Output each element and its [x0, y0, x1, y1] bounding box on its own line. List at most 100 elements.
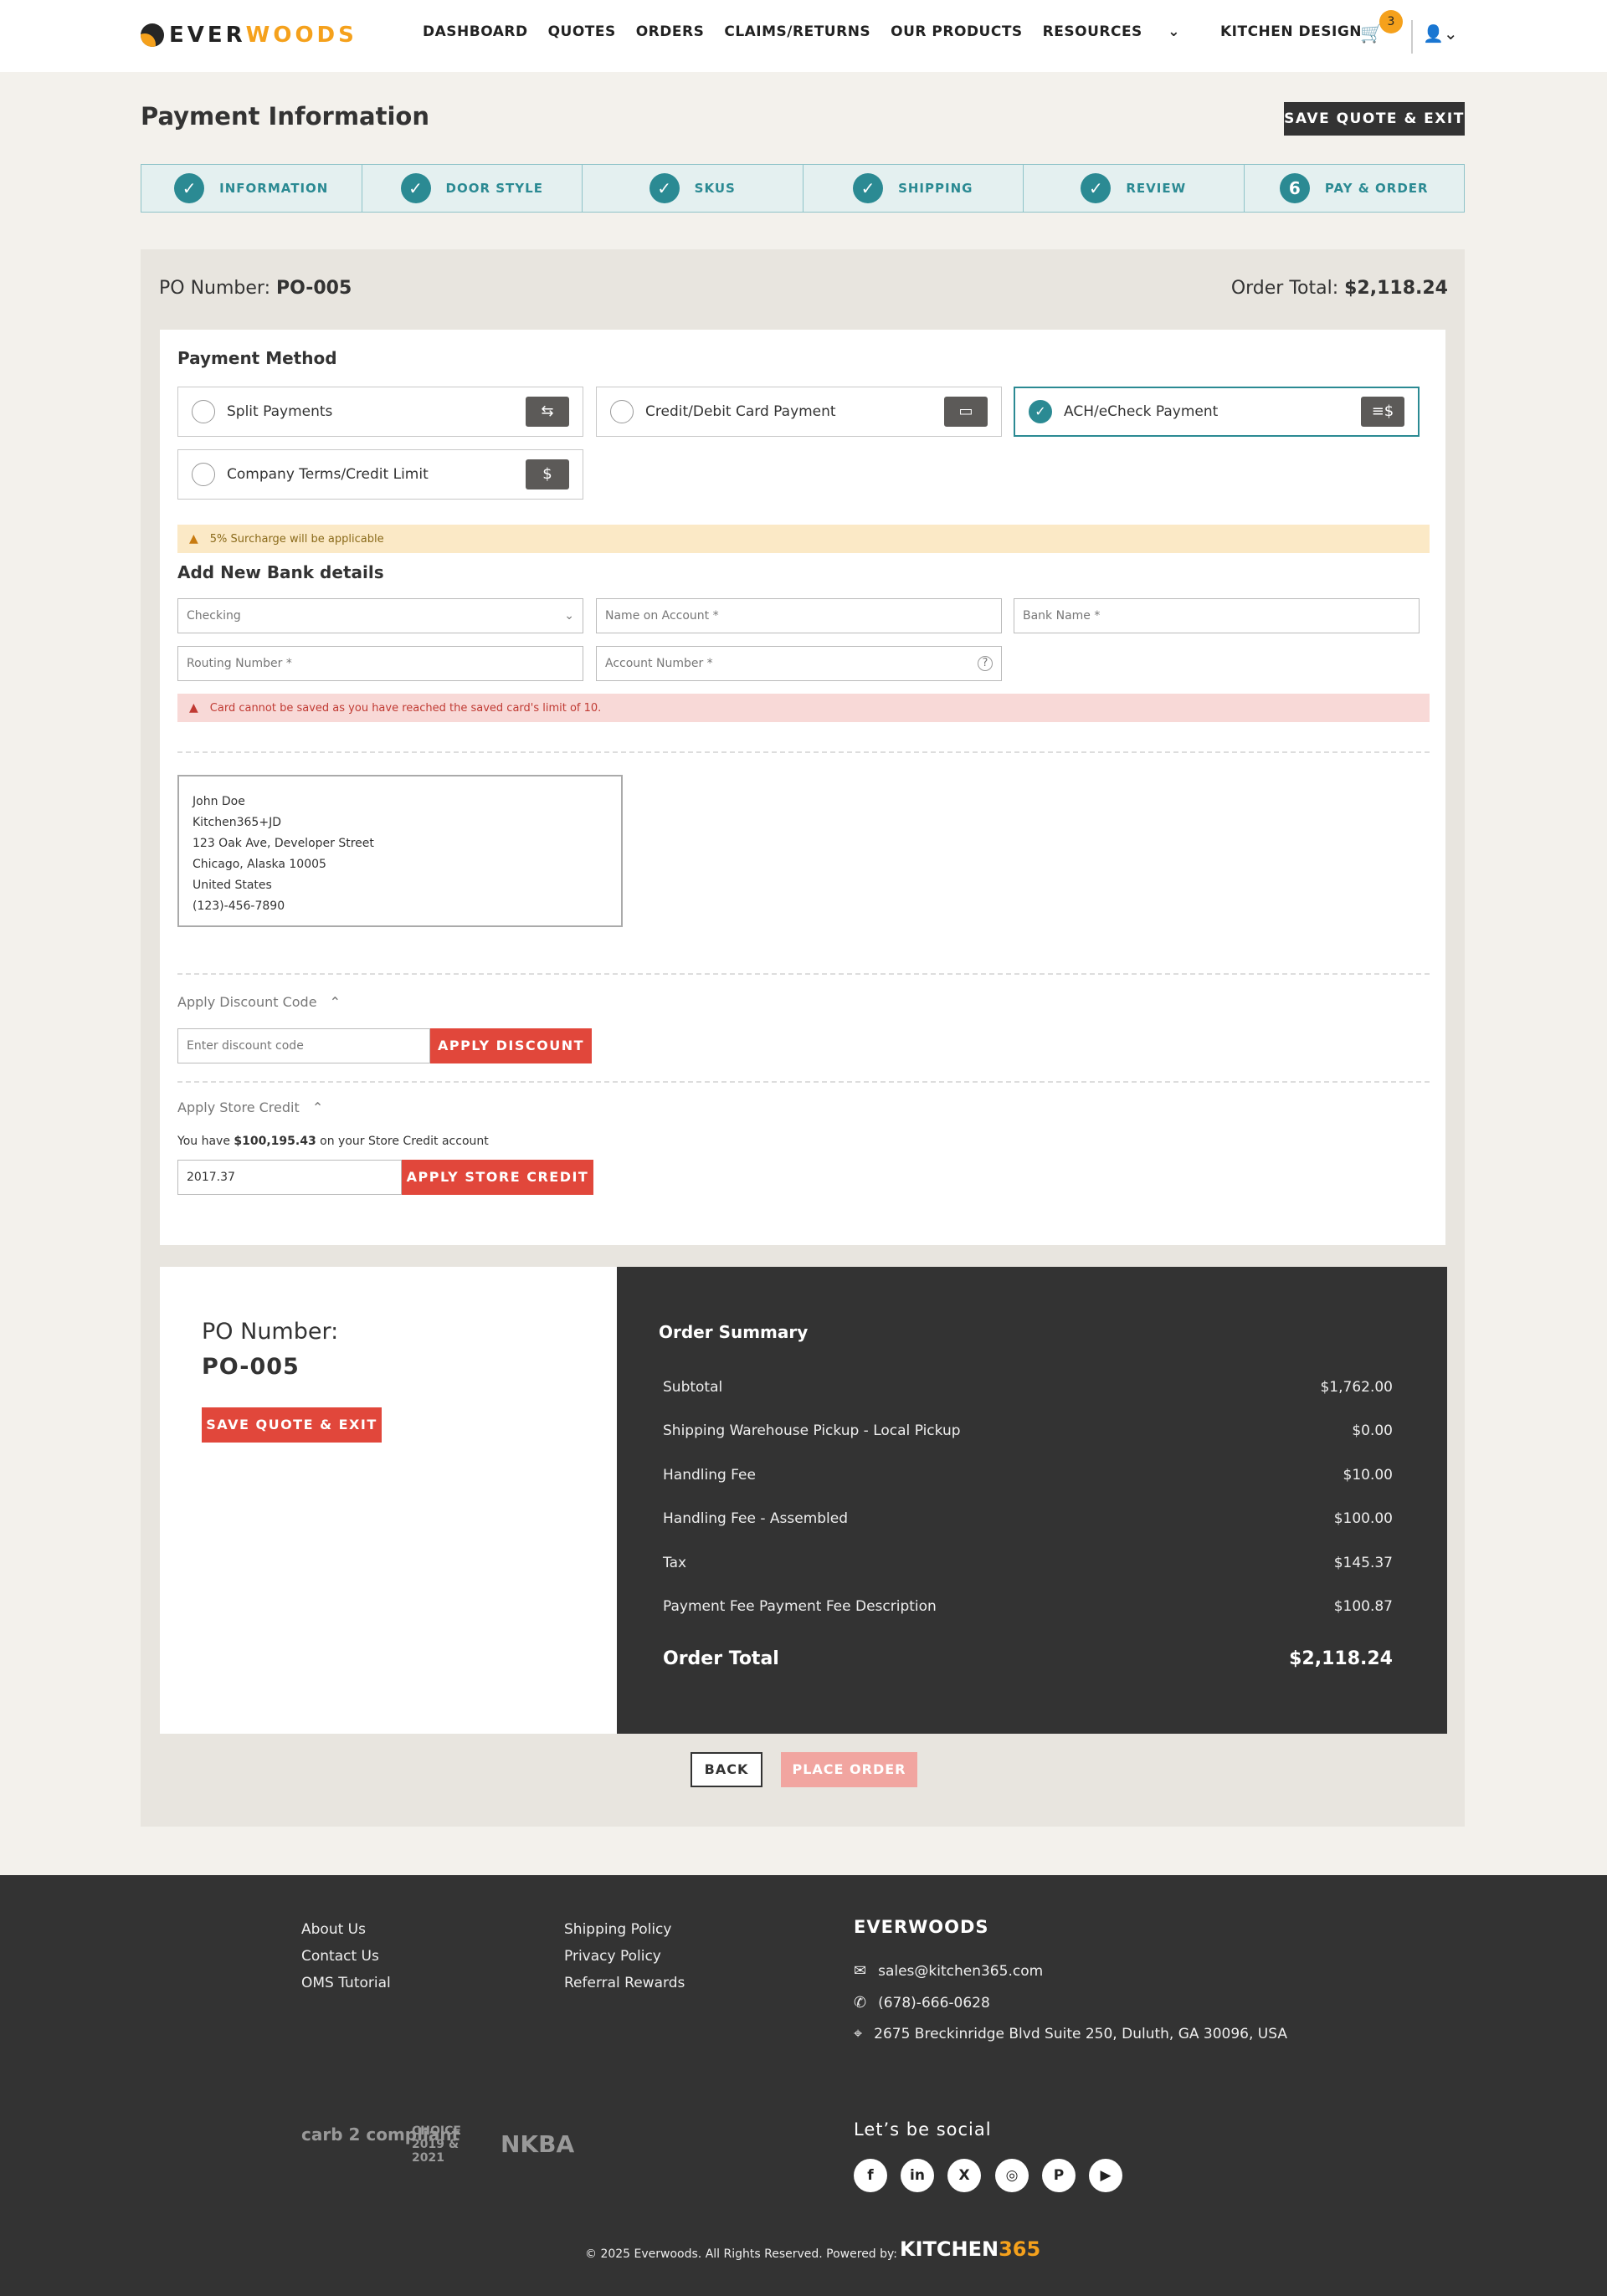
name-on-account-placeholder: Name on Account * [605, 609, 719, 623]
main-nav: DASHBOARD QUOTES ORDERS CLAIMS/RETURNS O… [423, 23, 1382, 40]
nav-dashboard[interactable]: DASHBOARD [423, 23, 528, 40]
instagram-icon[interactable]: ◎ [995, 2159, 1029, 2192]
footer-privacy-policy[interactable]: Privacy Policy [564, 1948, 661, 1965]
bank-name-placeholder: Bank Name * [1023, 609, 1101, 623]
warning-icon: ▲ [189, 532, 198, 546]
footer-address: ⌖ 2675 Breckinridge Blvd Suite 250, Dulut… [854, 2025, 1287, 2042]
apply-store-credit-button[interactable]: APPLY STORE CREDIT [402, 1160, 593, 1195]
kitchen365-logo[interactable]: KITCHEN365 [900, 2237, 1040, 2261]
account-number-field[interactable]: Account Number *? [596, 646, 1002, 681]
footer-email[interactable]: ✉ sales@kitchen365.com [854, 1962, 1043, 1980]
method-split-payments[interactable]: Split Payments ⇆ [177, 387, 583, 437]
nav-kitchen-design[interactable]: KITCHEN DESIGN [1220, 23, 1362, 40]
apply-discount-button[interactable]: APPLY DISCOUNT [430, 1028, 592, 1063]
discount-toggle[interactable]: Apply Discount Code ⌃ [177, 994, 341, 1010]
row-label: Subtotal [663, 1379, 723, 1396]
step-label: DOOR STYLE [445, 181, 543, 196]
nav-resources[interactable]: RESOURCES ⌄ [1043, 23, 1200, 40]
row-value: $145.37 [1333, 1555, 1393, 1571]
bank-details-heading: Add New Bank details [177, 562, 384, 582]
billing-address-box[interactable]: John Doe Kitchen365+JD 123 Oak Ave, Deve… [177, 775, 623, 927]
email-text: sales@kitchen365.com [878, 1963, 1044, 1980]
readers-choice-badge: CHOICE 2019 & 2021 [412, 2124, 461, 2165]
total-label: Order Total [663, 1648, 779, 1669]
save-quote-exit-button[interactable]: SAVE QUOTE & EXIT [1284, 102, 1465, 136]
row-label: Handling Fee - Assembled [663, 1510, 849, 1527]
row-value: $1,762.00 [1320, 1379, 1393, 1396]
summary-row-handling-fee: Handling Fee $10.00 [663, 1467, 1393, 1484]
user-menu-icon[interactable]: 👤⌄ [1423, 23, 1458, 44]
step-review[interactable]: ✓ REVIEW [1024, 165, 1245, 212]
method-credit-card[interactable]: Credit/Debit Card Payment ▭ [596, 387, 1002, 437]
method-label: ACH/eCheck Payment [1064, 403, 1219, 420]
step-label: PAY & ORDER [1324, 181, 1429, 196]
back-button[interactable]: BACK [691, 1752, 762, 1787]
name-on-account-field[interactable]: Name on Account * [596, 598, 1002, 633]
summary-po-value: PO-005 [202, 1354, 300, 1380]
error-icon: ▲ [189, 701, 198, 715]
social-heading: Let’s be social [854, 2119, 992, 2140]
facebook-icon[interactable]: f [854, 2159, 887, 2192]
order-summary-title: Order Summary [659, 1322, 809, 1342]
store-credit-toggle-label: Apply Store Credit [177, 1099, 300, 1115]
nav-claims-returns[interactable]: CLAIMS/RETURNS [724, 23, 870, 40]
step-information[interactable]: ✓ INFORMATION [141, 165, 362, 212]
logo-text-a: EVER [169, 23, 246, 48]
summary-save-quote-exit-button[interactable]: SAVE QUOTE & EXIT [202, 1407, 382, 1443]
footer-shipping-policy[interactable]: Shipping Policy [564, 1921, 671, 1938]
step-door-style[interactable]: ✓ DOOR STYLE [362, 165, 583, 212]
summary-row-subtotal: Subtotal $1,762.00 [663, 1379, 1393, 1396]
store-credit-input[interactable]: 2017.37 [177, 1160, 402, 1195]
footer-phone[interactable]: ✆ (678)-666-0628 [854, 1994, 990, 2012]
credit-limit-icon: $ [526, 459, 569, 489]
cart-icon[interactable]: 🛒 [1360, 23, 1383, 44]
method-company-terms[interactable]: Company Terms/Credit Limit $ [177, 449, 583, 500]
footer-about-us[interactable]: About Us [301, 1921, 366, 1938]
step-label: SHIPPING [898, 181, 973, 196]
step-skus[interactable]: ✓ SKUS [583, 165, 804, 212]
routing-number-placeholder: Routing Number * [187, 657, 292, 670]
store-credit-toggle[interactable]: Apply Store Credit ⌃ [177, 1099, 323, 1115]
place-order-button[interactable]: PLACE ORDER [781, 1752, 917, 1787]
method-ach-echeck[interactable]: ✓ ACH/eCheck Payment ≡$ [1014, 387, 1420, 437]
row-value: $10.00 [1343, 1467, 1393, 1484]
routing-number-field[interactable]: Routing Number * [177, 646, 583, 681]
discount-toggle-label: Apply Discount Code [177, 994, 317, 1010]
summary-row-order-total: Order Total $2,118.24 [663, 1648, 1393, 1669]
credit-note-pre: You have [177, 1135, 234, 1148]
footer-referral-rewards[interactable]: Referral Rewards [564, 1975, 685, 1991]
bank-name-field[interactable]: Bank Name * [1014, 598, 1420, 633]
address-street: 123 Oak Ave, Developer Street [193, 837, 374, 850]
po-value: PO-005 [275, 278, 352, 299]
row-label: Handling Fee [663, 1467, 756, 1484]
footer-oms-tutorial[interactable]: OMS Tutorial [301, 1975, 391, 1991]
address-city: Chicago, Alaska 10005 [193, 858, 326, 871]
x-twitter-icon[interactable]: X [947, 2159, 981, 2192]
discount-code-input[interactable]: Enter discount code [177, 1028, 430, 1063]
kitchen365-text-a: KITCHEN [900, 2237, 999, 2261]
youtube-icon[interactable]: ▶ [1089, 2159, 1122, 2192]
credit-note-amount: $100,195.43 [234, 1135, 316, 1148]
discount-placeholder: Enter discount code [187, 1039, 304, 1053]
account-type-select[interactable]: Checking ⌄ [177, 598, 583, 633]
footer-contact-us[interactable]: Contact Us [301, 1948, 379, 1965]
address-phone: (123)-456-7890 [193, 899, 285, 913]
nav-quotes[interactable]: QUOTES [548, 23, 616, 40]
card-limit-error: ▲ Card cannot be saved as you have reache… [177, 694, 1430, 722]
cart-count-badge: 3 [1379, 10, 1403, 33]
linkedin-icon[interactable]: in [901, 2159, 934, 2192]
step-shipping[interactable]: ✓ SHIPPING [804, 165, 1024, 212]
brand-logo[interactable]: EVER WOODS [141, 22, 357, 49]
address-company: Kitchen365+JD [193, 816, 281, 829]
nav-orders[interactable]: ORDERS [636, 23, 705, 40]
pinterest-icon[interactable]: P [1042, 2159, 1076, 2192]
radio-icon [192, 400, 215, 423]
nav-our-products[interactable]: OUR PRODUCTS [891, 23, 1023, 40]
mail-icon: ✉ [854, 1962, 867, 1980]
step-pay-order[interactable]: 6 PAY & ORDER [1245, 165, 1465, 212]
help-icon[interactable]: ? [978, 656, 993, 671]
step-label: REVIEW [1126, 181, 1187, 196]
location-pin-icon: ⌖ [854, 2025, 863, 2042]
row-value: $100.87 [1333, 1598, 1393, 1615]
order-total-label: Order Total: [1230, 278, 1339, 299]
